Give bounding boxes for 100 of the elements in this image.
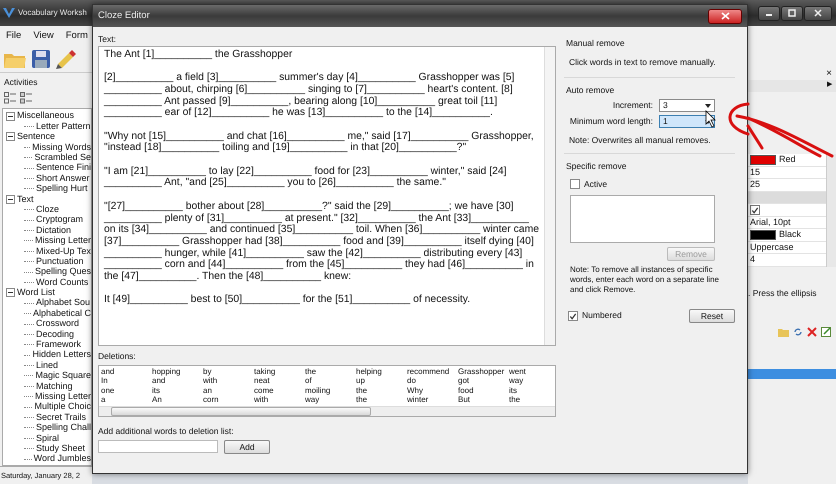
text-line: It [49]__________ best to [50]__________ for the [51]__________ of necessity. (104, 294, 472, 306)
list-item[interactable]: a (101, 395, 152, 404)
text-editor[interactable] (98, 46, 556, 346)
list-item[interactable]: and (152, 376, 203, 386)
dropdown[interactable]: 1 (659, 115, 715, 128)
field-label: Increment: (612, 99, 653, 112)
input-field[interactable] (98, 440, 218, 454)
field-label: Minimum word length: (570, 115, 653, 128)
close-button[interactable] (708, 8, 742, 24)
menu-item[interactable]: Form (66, 29, 88, 44)
dropdown[interactable]: 3 (659, 99, 715, 112)
list-item[interactable]: by (203, 366, 254, 376)
close-button[interactable] (804, 6, 832, 20)
property-value: 4 (750, 253, 756, 266)
list-item[interactable]: one (101, 386, 152, 395)
list-item[interactable]: the (305, 366, 356, 376)
window-title: Vocabulary Worksh (18, 7, 87, 19)
panel-label: Activities (3, 76, 39, 90)
list-item[interactable]: its (152, 386, 203, 395)
menu-item[interactable]: File (6, 29, 22, 44)
maximize-icon (788, 9, 796, 17)
text-line: "instead [18]__________ toiling and [19]__________ in that [20]__________?" (104, 142, 468, 154)
selected-row[interactable] (748, 369, 836, 380)
field-label: Text: (98, 33, 117, 46)
text-line: __________ about, chirping [6]__________ singing to [7]__________ heart's content. [8] (104, 84, 514, 96)
save-icon[interactable] (31, 49, 51, 70)
text-line: "I am [21]__________ to lay [22]__________ food for [23]__________ winter," said [24] (104, 166, 508, 178)
list-item[interactable]: But (458, 395, 509, 404)
list-item[interactable]: with (203, 376, 254, 386)
text-line: "[27]__________ bother about [28]__________?" said the [29]__________; we have [30] (104, 200, 514, 213)
text-line: [37]__________ Grasshopper had [38]__________ food and [39]__________ itself dying [40] (104, 236, 535, 248)
list-item[interactable]: An (152, 395, 203, 404)
cursor-icon (706, 110, 716, 128)
tree-item[interactable]: Text (17, 192, 34, 206)
close-icon (814, 9, 822, 17)
checkbox[interactable] (568, 310, 578, 320)
text-line: __________ plenty of [31]__________ at present." [32]__________ the Ant [33]__________ (104, 212, 530, 224)
collapse-icon[interactable] (6, 288, 15, 298)
text-line: __________ corn and [44]__________ from the [45]__________ they had [46]__________ in (104, 259, 535, 272)
checkbox-label: Active (584, 178, 608, 190)
property-value: 15 (750, 166, 760, 178)
delete-icon[interactable] (807, 327, 817, 338)
text-line: the [47]__________. Then the [48]__________ knew: (104, 271, 352, 283)
list-item[interactable]: the (356, 395, 407, 404)
field-label: Add additional words to deletion list: (98, 424, 235, 438)
list-item[interactable]: an (203, 386, 254, 395)
text-line: __________ hunger, while [41]__________ saw the [42]__________ distributing every [43] (104, 248, 524, 260)
list-item[interactable]: moiling (305, 386, 356, 395)
list-item[interactable]: do (407, 376, 458, 386)
collapse-all-icon[interactable] (20, 92, 32, 104)
list-item[interactable]: food (458, 386, 509, 395)
close-button[interactable]: × (826, 66, 832, 80)
text-line: __________ ear of [12]__________ he was [13]__________ to the [14]__________. (104, 107, 494, 119)
collapse-icon[interactable] (6, 112, 15, 121)
deletions-list[interactable]: and hopping by taking the helping recommend Grasshopper went In and with neat of up do got way one its an come moiling the Why food its a An corn with way the winter But the (98, 364, 556, 416)
edit-icon[interactable] (821, 327, 832, 338)
note-text: Note: To remove all instances of specific words, enter each word on a separate line and click Remove. (570, 264, 720, 294)
maximize-button[interactable] (781, 6, 803, 20)
collapse-icon[interactable] (6, 194, 15, 204)
checkbox[interactable] (750, 204, 760, 215)
section-title: Specific remove (566, 160, 628, 173)
checkbox[interactable] (570, 179, 580, 190)
text-line: __________ Ant, "and [25]__________ you to [26]__________ the same." (104, 177, 447, 190)
close-icon (720, 12, 730, 20)
field-label: Deletions: (98, 350, 137, 362)
section-title: Auto remove (566, 84, 616, 96)
list-item[interactable]: helping (356, 366, 407, 376)
collapse-icon[interactable] (6, 132, 15, 142)
list-item[interactable]: winter (407, 395, 458, 404)
add-button[interactable]: Add (224, 440, 270, 454)
list-item[interactable]: the (356, 386, 407, 395)
list-item[interactable]: hopping (152, 366, 203, 376)
pencil-icon[interactable] (55, 49, 77, 70)
note-text: Note: Overwrites all manual removes. (569, 134, 712, 147)
list-item[interactable]: got (458, 376, 509, 386)
property-value: Black (779, 228, 802, 241)
refresh-icon[interactable] (793, 327, 803, 338)
list-item[interactable]: neat (254, 376, 305, 386)
list-item[interactable]: way (305, 395, 356, 404)
dialog-title: Cloze Editor (98, 8, 150, 23)
text-line: "Why not [15]__________ and chat [16]__________ me," said [17]__________ Grasshopper, (104, 130, 535, 142)
list-item[interactable]: recommend (407, 366, 458, 376)
menu-item[interactable]: View (33, 29, 54, 44)
minimize-button[interactable] (758, 6, 780, 20)
list-item[interactable]: taking (254, 366, 305, 376)
property-value: Uppercase (750, 240, 794, 254)
checkbox-label: Numbered (582, 309, 622, 322)
list-item[interactable]: In (101, 376, 152, 386)
list-item[interactable]: with (254, 395, 305, 404)
list-item[interactable]: Grasshopper (458, 366, 509, 376)
description-text: . Press the ellipsis (748, 286, 818, 300)
list-item[interactable]: Why (407, 386, 458, 395)
list-item[interactable]: of (305, 376, 356, 386)
reset-button[interactable]: Reset (689, 308, 735, 322)
list-item[interactable]: corn (203, 395, 254, 404)
list-item[interactable]: up (356, 376, 407, 386)
property-value: Arial, 10pt (750, 216, 791, 229)
list-item[interactable]: and (101, 366, 152, 376)
expand-all-icon[interactable] (4, 92, 16, 104)
list-item[interactable]: come (254, 386, 305, 395)
